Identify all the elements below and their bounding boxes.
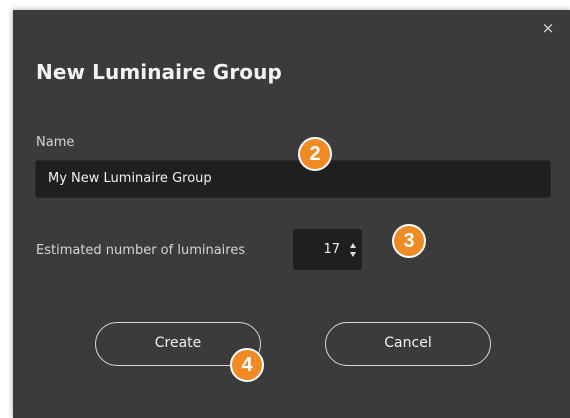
new-luminaire-group-dialog: × New Luminaire Group Name My New Lumina… (13, 10, 570, 418)
step-badge-4: 4 (230, 348, 264, 382)
name-label: Name (36, 135, 75, 150)
chevron-down-icon[interactable] (350, 252, 356, 257)
close-icon[interactable]: × (540, 20, 556, 36)
luminaire-count-stepper[interactable]: 17 (293, 229, 362, 270)
cancel-button[interactable]: Cancel (325, 322, 491, 366)
name-input[interactable]: My New Luminaire Group (35, 160, 551, 198)
chevron-up-icon[interactable] (350, 243, 356, 248)
dialog-title: New Luminaire Group (36, 60, 282, 84)
step-badge-2: 2 (298, 137, 332, 171)
step-badge-3: 3 (392, 224, 426, 258)
luminaire-count-label: Estimated number of luminaires (36, 243, 246, 258)
luminaire-count-value[interactable]: 17 (323, 229, 340, 270)
